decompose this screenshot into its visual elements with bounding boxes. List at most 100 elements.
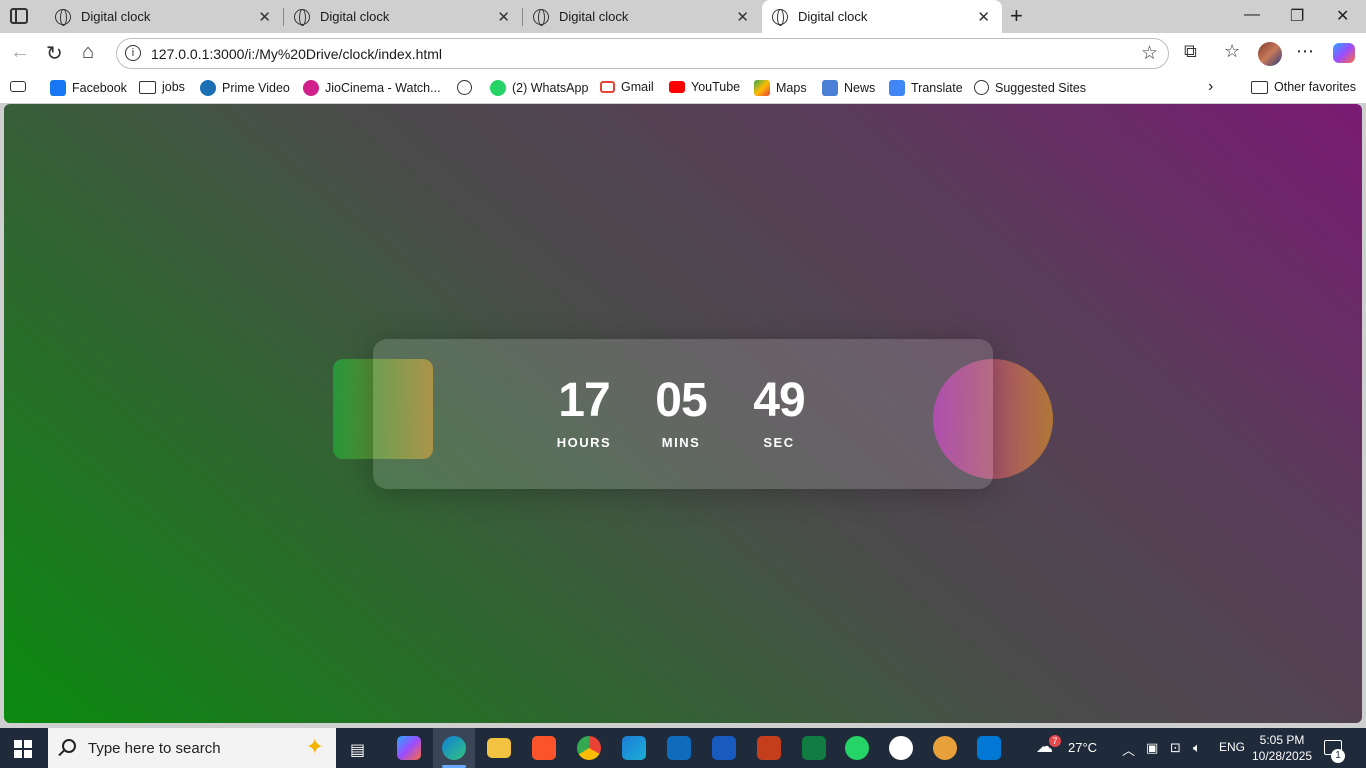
globe-icon bbox=[55, 8, 71, 26]
tab-title: Digital clock bbox=[320, 9, 390, 24]
search-input[interactable]: Type here to search bbox=[88, 740, 221, 757]
notification-badge: 1 bbox=[1331, 749, 1345, 763]
folder-icon bbox=[139, 80, 156, 94]
mins-value: 05 bbox=[655, 374, 707, 427]
extensions-icon[interactable]: ⧉ bbox=[1184, 41, 1197, 62]
tab-title: Digital clock bbox=[798, 9, 868, 24]
news-icon bbox=[822, 80, 838, 96]
chevron-right-icon[interactable]: › bbox=[1208, 78, 1213, 96]
sec-value: 49 bbox=[753, 374, 805, 427]
folder-icon bbox=[1251, 80, 1268, 94]
temperature[interactable]: 27°C bbox=[1068, 740, 1097, 755]
edge-app-icon[interactable] bbox=[442, 736, 466, 760]
windows-start-icon[interactable] bbox=[14, 740, 32, 758]
favorites-icon[interactable]: ☆ bbox=[1224, 41, 1240, 62]
tab-2[interactable]: Digital clock ✕ bbox=[284, 0, 522, 33]
copilot-app-icon[interactable] bbox=[397, 736, 421, 760]
bookmark-maps[interactable]: Maps bbox=[754, 80, 807, 96]
file-explorer-icon[interactable] bbox=[487, 738, 511, 758]
facebook-icon bbox=[50, 80, 66, 96]
taskbar-search[interactable]: Type here to search ✦ bbox=[48, 728, 336, 768]
reading-list-icon[interactable] bbox=[10, 81, 26, 92]
close-window-icon[interactable]: ✕ bbox=[1336, 6, 1349, 26]
search-icon bbox=[62, 739, 76, 753]
sparkle-icon: ✦ bbox=[305, 734, 324, 759]
bookmarks-bar: Facebook jobs Prime Video JioCinema - Wa… bbox=[0, 73, 1366, 103]
gmail-icon bbox=[600, 81, 615, 93]
bookmark-suggested-sites[interactable]: Suggested Sites bbox=[974, 80, 1086, 95]
word-icon[interactable] bbox=[712, 736, 736, 760]
bookmark-gmail[interactable]: Gmail bbox=[600, 80, 654, 94]
jiocinema-icon bbox=[303, 80, 319, 96]
vpn-icon[interactable] bbox=[933, 736, 957, 760]
bookmark-news[interactable]: News bbox=[822, 80, 875, 96]
excel-icon[interactable] bbox=[802, 736, 826, 760]
close-icon[interactable]: ✕ bbox=[736, 8, 749, 26]
globe-icon bbox=[974, 80, 989, 95]
browser-toolbar: ← ↻ ⌂ i 127.0.0.1:3000/i:/My%20Drive/clo… bbox=[0, 33, 1366, 73]
sec-label: SEC bbox=[763, 435, 795, 450]
tab-3[interactable]: Digital clock ✕ bbox=[523, 0, 761, 33]
copilot-icon[interactable] bbox=[1333, 43, 1355, 63]
chrome-icon[interactable] bbox=[577, 736, 601, 760]
brave-icon[interactable] bbox=[532, 736, 556, 760]
url-text[interactable]: 127.0.0.1:3000/i:/My%20Drive/clock/index… bbox=[151, 46, 442, 62]
translate-icon bbox=[889, 80, 905, 96]
new-tab-button[interactable]: + bbox=[1010, 3, 1023, 29]
sec-unit: 49 SEC bbox=[739, 374, 819, 451]
chevron-up-icon[interactable]: ︿ bbox=[1122, 740, 1135, 759]
bookmark-jiocinema[interactable]: JioCinema - Watch... bbox=[303, 80, 441, 96]
mins-unit: 05 MINS bbox=[641, 374, 721, 451]
network-icon[interactable]: ⊡ bbox=[1170, 740, 1181, 756]
task-view-icon[interactable]: ▤ bbox=[350, 740, 365, 760]
tab-strip: Digital clock ✕ Digital clock ✕ Digital … bbox=[0, 0, 1366, 33]
tab-title: Digital clock bbox=[559, 9, 629, 24]
whatsapp-icon bbox=[490, 80, 506, 96]
refresh-icon[interactable]: ↻ bbox=[46, 41, 63, 66]
address-bar[interactable]: i 127.0.0.1:3000/i:/My%20Drive/clock/ind… bbox=[116, 38, 1169, 69]
other-favorites[interactable]: Other favorites bbox=[1251, 80, 1356, 94]
restore-icon[interactable]: ❐ bbox=[1290, 6, 1304, 26]
github-icon[interactable] bbox=[889, 736, 913, 760]
meet-now-icon[interactable]: ▣ bbox=[1146, 740, 1158, 756]
favorite-star-icon[interactable]: ☆ bbox=[1141, 42, 1158, 65]
powerpoint-icon[interactable] bbox=[757, 736, 781, 760]
outlook-icon[interactable] bbox=[667, 736, 691, 760]
info-icon[interactable]: i bbox=[125, 45, 141, 61]
bookmark-prime-video[interactable]: Prime Video bbox=[200, 80, 290, 96]
close-icon[interactable]: ✕ bbox=[497, 8, 510, 26]
clock-date: 10/28/2025 bbox=[1252, 749, 1313, 763]
more-menu-icon[interactable]: ⋯ bbox=[1296, 41, 1314, 62]
bookmark-whatsapp[interactable]: (2) WhatsApp bbox=[490, 80, 588, 96]
store-icon[interactable] bbox=[622, 736, 646, 760]
language-indicator[interactable]: ENG bbox=[1219, 740, 1245, 754]
globe-icon bbox=[772, 8, 788, 26]
maps-icon bbox=[754, 80, 770, 96]
prime-video-icon bbox=[200, 80, 216, 96]
system-clock[interactable]: 5:05 PM 10/28/2025 bbox=[1252, 732, 1312, 764]
whatsapp-app-icon[interactable] bbox=[845, 736, 869, 760]
page-viewport: 17 HOURS 05 MINS 49 SEC bbox=[4, 104, 1362, 723]
back-icon[interactable]: ← bbox=[10, 41, 30, 64]
bookmark-facebook[interactable]: Facebook bbox=[50, 80, 127, 96]
close-icon[interactable]: ✕ bbox=[977, 8, 990, 26]
minimize-icon[interactable]: — bbox=[1244, 6, 1260, 24]
globe-icon bbox=[294, 8, 310, 26]
bookmark-translate[interactable]: Translate bbox=[889, 80, 963, 96]
home-icon[interactable]: ⌂ bbox=[82, 41, 94, 64]
weather-badge: 7 bbox=[1049, 735, 1061, 747]
hours-unit: 17 HOURS bbox=[544, 377, 624, 451]
close-icon[interactable]: ✕ bbox=[258, 8, 271, 26]
tab-4-active[interactable]: Digital clock ✕ bbox=[762, 0, 1002, 33]
hours-label: HOURS bbox=[556, 435, 612, 450]
vscode-icon[interactable] bbox=[977, 736, 1001, 760]
avatar[interactable] bbox=[1258, 42, 1282, 66]
mins-label: MINS bbox=[661, 435, 701, 450]
tab-1[interactable]: Digital clock ✕ bbox=[45, 0, 283, 33]
volume-icon[interactable]: 🔈︎ bbox=[1193, 740, 1201, 756]
bookmark-globe[interactable] bbox=[457, 80, 478, 95]
tab-actions-icon[interactable] bbox=[10, 8, 28, 24]
bookmark-jobs[interactable]: jobs bbox=[139, 80, 185, 94]
bookmark-youtube[interactable]: YouTube bbox=[669, 80, 740, 94]
clock-time: 5:05 PM bbox=[1259, 733, 1305, 747]
